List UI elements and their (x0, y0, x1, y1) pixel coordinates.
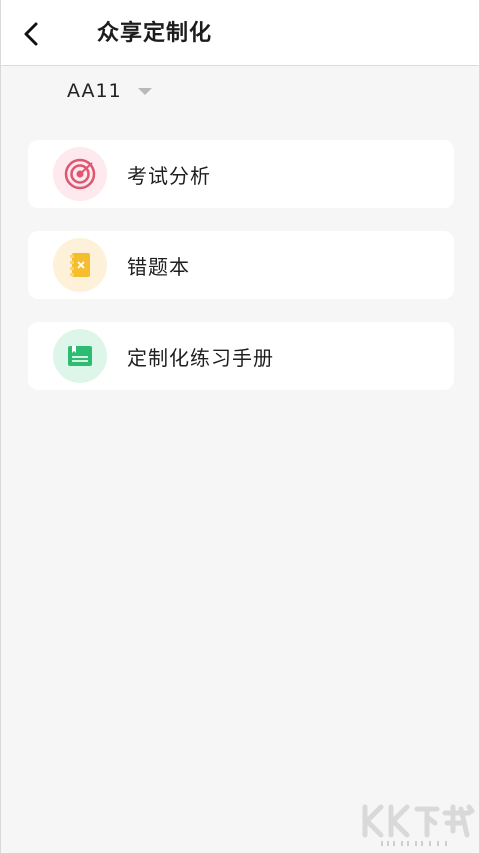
class-selector-dropdown[interactable]: AA11 (67, 78, 152, 104)
chevron-left-icon (24, 22, 38, 46)
menu-item-label: 错题本 (127, 254, 190, 279)
notebook-error-icon (53, 238, 107, 292)
menu-item-label: 考试分析 (127, 163, 211, 188)
top-app-bar: 众享定制化 (1, 0, 479, 66)
menu-item-custom-workbook[interactable]: 定制化练习手册 (28, 322, 454, 390)
target-icon (53, 147, 107, 201)
menu-item-label: 定制化练习手册 (127, 345, 274, 370)
selected-class-value: AA11 (67, 80, 122, 102)
back-button[interactable] (15, 18, 47, 50)
caret-down-icon (137, 87, 152, 95)
page-title: 众享定制化 (97, 21, 213, 46)
workbook-icon (53, 329, 107, 383)
menu-item-error-notebook[interactable]: 错题本 (28, 231, 454, 299)
menu-item-exam-analysis[interactable]: 考试分析 (28, 140, 454, 208)
app-screen: 众享定制化 AA11 考试分析 错题本 定制化练习手册 (0, 0, 480, 853)
watermark-logo (362, 804, 475, 846)
